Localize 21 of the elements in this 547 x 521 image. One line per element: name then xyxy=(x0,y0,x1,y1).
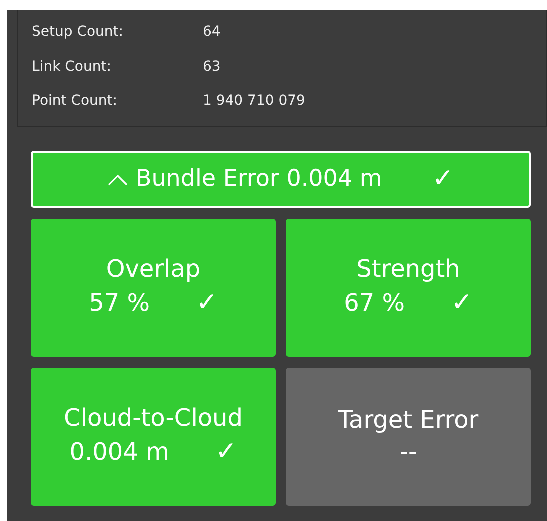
stat-value: 1 940 710 079 xyxy=(203,92,306,111)
tile-title: Overlap xyxy=(106,254,201,286)
stat-label: Setup Count: xyxy=(32,23,124,42)
chevron-up-icon xyxy=(108,174,128,186)
tile-value: 57 % xyxy=(89,288,150,319)
check-mark: ✓ xyxy=(196,287,218,320)
tile-title: Target Error xyxy=(338,404,479,436)
stat-label: Link Count: xyxy=(32,58,112,76)
check-mark: ✓ xyxy=(432,163,454,196)
check-mark: ✓ xyxy=(215,436,238,470)
tile-value: -- xyxy=(400,436,418,468)
tile-title: Cloud-to-Cloud xyxy=(64,403,243,434)
tile-value: 0.004 m xyxy=(70,436,170,468)
stat-value: 63 xyxy=(203,58,221,76)
stat-label: Point Count: xyxy=(32,92,119,111)
check-mark: ✓ xyxy=(451,287,473,320)
stat-value: 64 xyxy=(203,23,221,42)
bundle-error-label: Bundle Error 0.004 m xyxy=(136,165,382,194)
bundle-error-button[interactable]: Bundle Error 0.004 m ✓ xyxy=(31,151,531,208)
tile-title: Strength xyxy=(356,254,460,286)
tile-value: 67 % xyxy=(344,288,406,319)
